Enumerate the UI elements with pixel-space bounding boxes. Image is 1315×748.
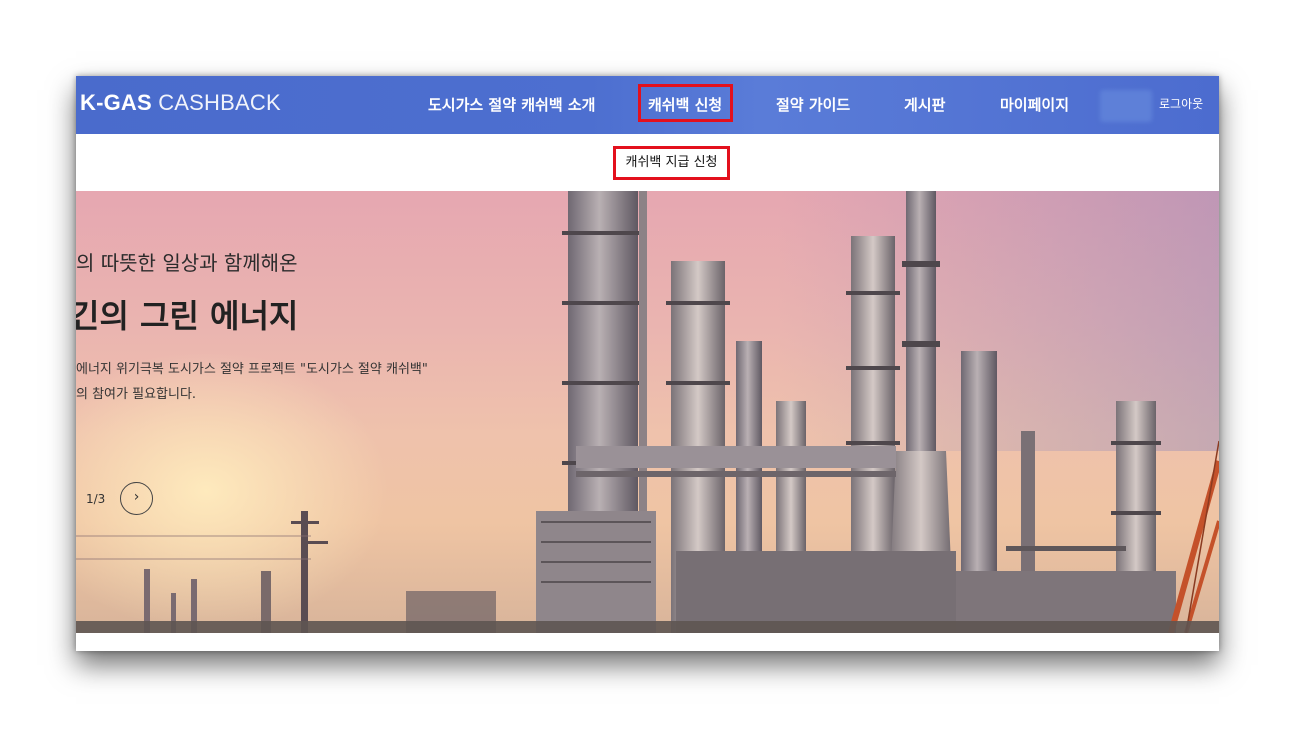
hero-title: 긴의 그린 에너지 <box>76 297 299 335</box>
browser-viewport: K-GAS CASHBACK 도시가스 절약 캐쉬백 소개 캐쉬백 신청 절약 … <box>76 76 1219 651</box>
submenu-bar: 캐쉬백 지급 신청 <box>76 134 1219 192</box>
logout-link[interactable]: 로그아웃 <box>1159 95 1203 112</box>
chevron-right-icon: › <box>133 489 140 505</box>
content-area-top <box>76 633 1219 651</box>
nav-board[interactable]: 게시판 <box>904 94 945 115</box>
nav-cashback-intro[interactable]: 도시가스 절약 캐쉬백 소개 <box>428 94 595 115</box>
hero-subtitle: 의 따뜻한 일상과 함께해온 <box>76 251 298 275</box>
hero-description-line-1: 에너지 위기극복 도시가스 절약 프로젝트 "도시가스 절약 캐쉬백" <box>76 362 428 377</box>
user-name-blurred <box>1100 90 1152 122</box>
site-logo[interactable]: K-GAS CASHBACK <box>80 90 281 116</box>
nav-saving-guide[interactable]: 절약 가이드 <box>776 94 850 115</box>
nav-mypage[interactable]: 마이페이지 <box>1000 94 1069 115</box>
hero-description-line-2: 의 참여가 필요합니다. <box>76 387 197 402</box>
logo-light-text: CASHBACK <box>151 90 281 115</box>
logo-bold-text: K-GAS <box>80 90 152 115</box>
nav-cashback-apply[interactable]: 캐쉬백 신청 <box>648 94 722 115</box>
slide-pager: 1/3 <box>86 492 106 506</box>
hero-banner: 의 따뜻한 일상과 함께해온 긴의 그린 에너지 에너지 위기극복 도시가스 절… <box>76 191 1219 633</box>
top-navigation-bar: K-GAS CASHBACK 도시가스 절약 캐쉬백 소개 캐쉬백 신청 절약 … <box>76 76 1219 134</box>
slide-next-button[interactable]: › <box>120 482 153 515</box>
submenu-cashback-payment-apply[interactable]: 캐쉬백 지급 신청 <box>613 146 730 180</box>
